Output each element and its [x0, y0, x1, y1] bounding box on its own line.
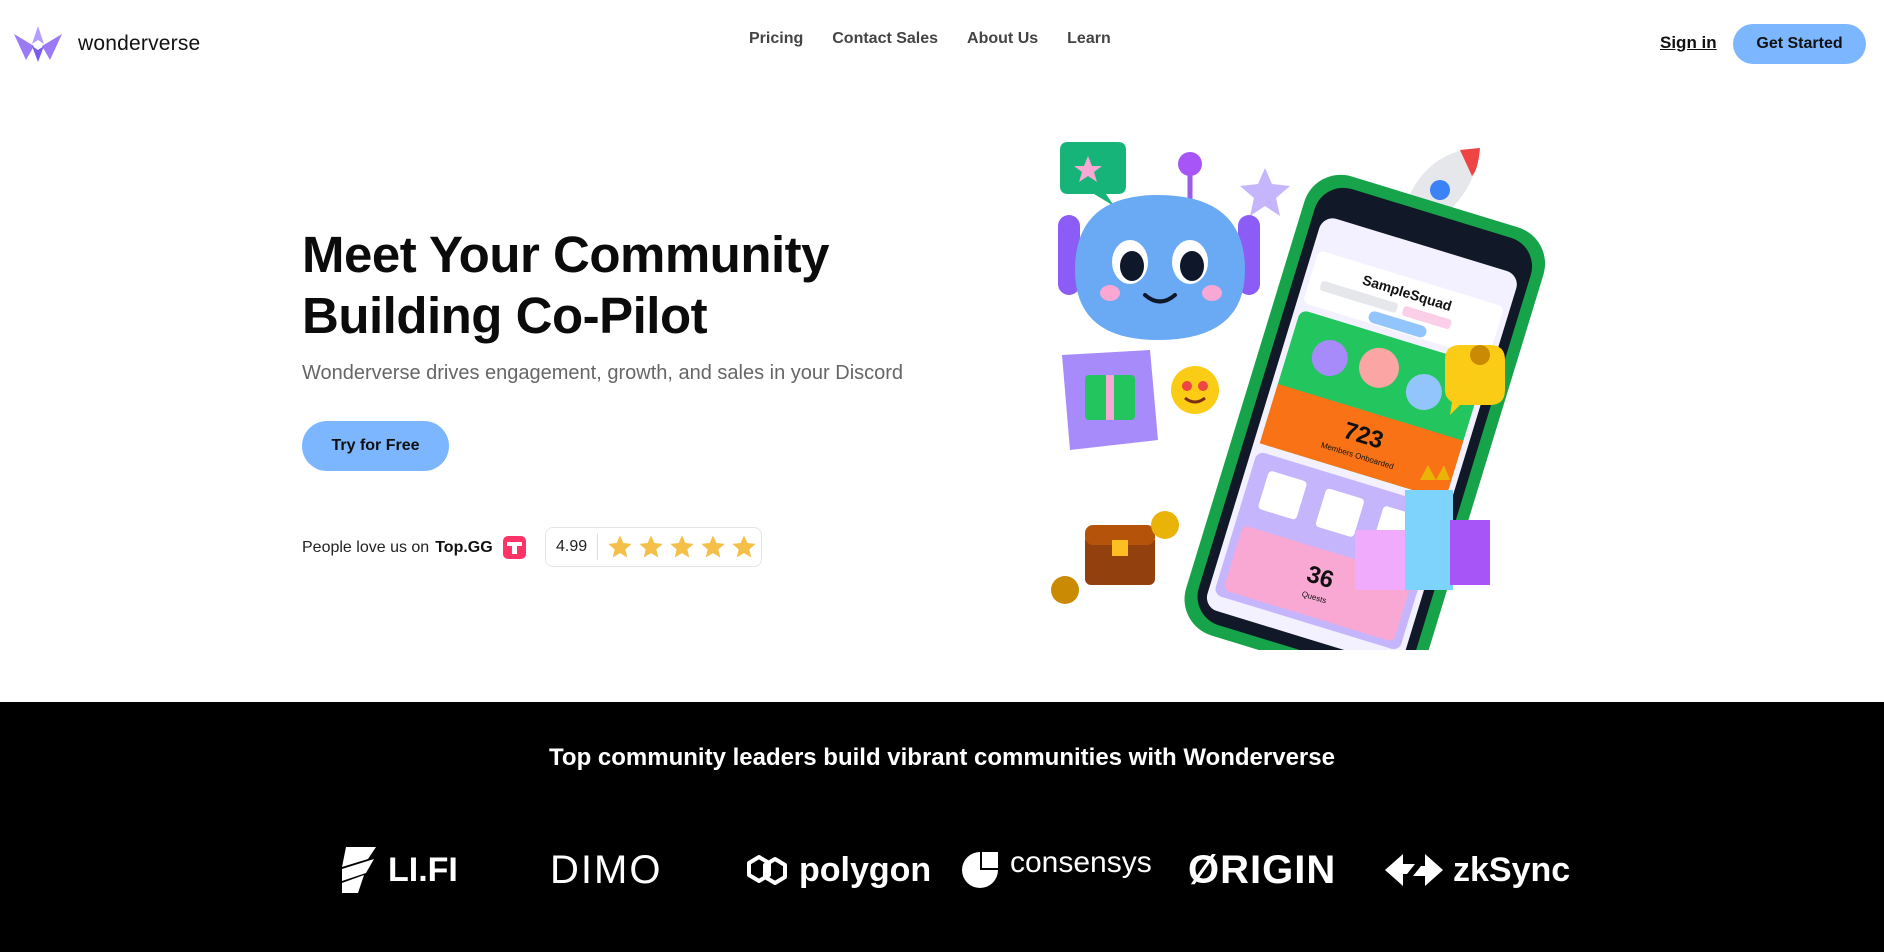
band-title: Top community leaders build vibrant comm…	[549, 744, 1335, 771]
topgg-icon	[502, 536, 526, 559]
star-icon	[639, 535, 663, 558]
hero-illustration: SampleSquad 723 Members Onboarded 36 Que…	[1051, 142, 1546, 650]
hero-title: Meet Your Community Building Co-Pilot	[302, 224, 922, 346]
lifi-logo: LI.FI	[340, 840, 458, 900]
nav-link-learn[interactable]: Learn	[1067, 30, 1111, 48]
consensys-icon	[962, 852, 998, 888]
hero-title-line2: Building Co-Pilot	[302, 287, 708, 344]
get-started-button[interactable]: Get Started	[1733, 24, 1866, 64]
consensys-text: consensys	[1010, 846, 1152, 879]
gift-scroll-icon	[1062, 350, 1158, 450]
rating-value: 4.99	[546, 534, 599, 560]
lifi-icon	[342, 847, 376, 893]
topgg-brand[interactable]: Top.GG	[435, 539, 492, 557]
nav-links: Pricing Contact Sales About Us Learn	[749, 30, 1111, 48]
nav-link-about-us[interactable]: About Us	[967, 30, 1038, 48]
heart-eyes-emoji-icon	[1171, 366, 1219, 414]
star-icon	[732, 535, 756, 558]
polygon-icon	[747, 855, 787, 885]
hero-title-line1: Meet Your Community	[302, 226, 830, 283]
topgg-love-line: People love us on Top.GG	[302, 536, 526, 559]
top-nav: wonderverse Pricing Contact Sales About …	[0, 0, 1884, 90]
polygon-logo: polygon	[745, 840, 931, 900]
rating-stars	[598, 533, 758, 561]
coin-icon	[1051, 576, 1079, 604]
coin-icon	[1151, 511, 1179, 539]
zksync-logo: zkSync	[1385, 840, 1570, 900]
origin-logo: ØRIGIN	[1188, 840, 1336, 900]
nav-link-contact-sales[interactable]: Contact Sales	[832, 30, 938, 48]
customer-logos-band: Top community leaders build vibrant comm…	[0, 702, 1884, 952]
consensys-logo: consensys	[960, 840, 1152, 900]
origin-text: ØRIGIN	[1188, 847, 1337, 892]
chat-bubble-icon	[1060, 142, 1126, 206]
try-for-free-button[interactable]: Try for Free	[302, 421, 449, 471]
zksync-text: zkSync	[1453, 850, 1571, 889]
purple-star-icon	[1240, 168, 1290, 216]
lifi-text: LI.FI	[388, 850, 458, 889]
polygon-text: polygon	[799, 850, 932, 889]
logo-row: LI.FI DIMO polygon consensys ØRIGIN zkSy…	[340, 840, 1570, 900]
star-icon	[608, 535, 632, 558]
star-icon	[670, 535, 694, 558]
love-prefix: People love us on	[302, 538, 430, 556]
brand-name: wonderverse	[78, 32, 201, 55]
treasure-chest-icon	[1085, 525, 1155, 585]
rating-box: 4.99	[545, 527, 762, 567]
brand-logo-link[interactable]: wonderverse	[12, 24, 200, 64]
zksync-icon	[1385, 854, 1443, 886]
dimo-text: DIMO	[550, 847, 663, 892]
nav-link-pricing[interactable]: Pricing	[749, 30, 803, 48]
sign-in-link[interactable]: Sign in	[1660, 33, 1717, 53]
star-icon	[701, 535, 725, 558]
dimo-logo: DIMO	[550, 840, 662, 900]
wonderverse-logo-icon	[14, 26, 62, 62]
hero-subtitle: Wonderverse drives engagement, growth, a…	[302, 362, 904, 384]
